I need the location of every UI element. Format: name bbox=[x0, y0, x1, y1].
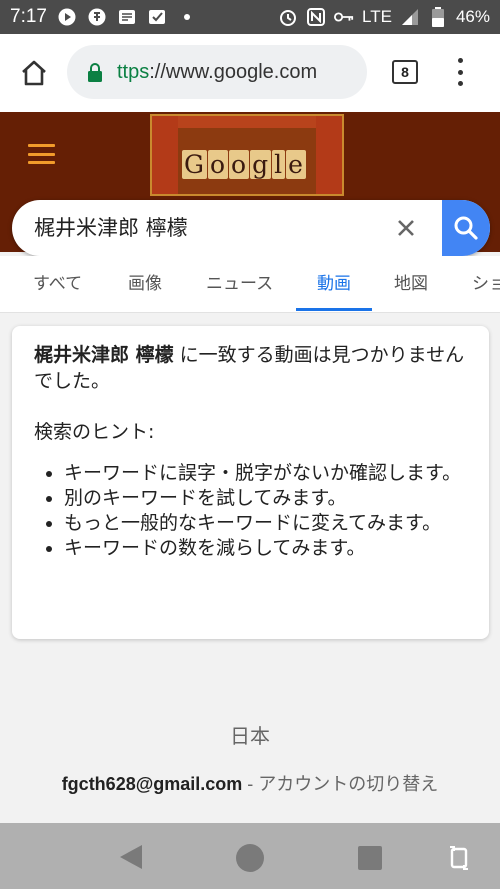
url-text: ttps://www.google.com bbox=[117, 61, 317, 84]
switch-account-link[interactable]: - アカウントの切り替え bbox=[242, 774, 438, 794]
lock-icon bbox=[87, 61, 105, 83]
tab-switcher-button[interactable]: 8 bbox=[392, 60, 418, 84]
battery-icon bbox=[428, 7, 448, 27]
tab-videos[interactable]: 動画 bbox=[317, 256, 351, 312]
news-icon bbox=[117, 7, 137, 27]
app-notification-icon bbox=[87, 7, 107, 27]
hint-item: もっと一般的なキーワードに変えてみます。 bbox=[64, 511, 467, 536]
active-tab-indicator bbox=[296, 308, 372, 311]
doodle-curtain-right bbox=[316, 116, 342, 194]
rotate-screen-icon[interactable] bbox=[448, 844, 470, 872]
browser-toolbar: ttps://www.google.com 8 bbox=[0, 34, 500, 112]
address-bar[interactable]: ttps://www.google.com bbox=[67, 45, 367, 99]
tab-all[interactable]: すべて bbox=[33, 256, 82, 312]
android-nav-bar bbox=[0, 823, 500, 889]
search-box: 梶井米津郎 檸檬 bbox=[12, 200, 490, 256]
account-email: fgcth628@gmail.com bbox=[61, 774, 243, 794]
hint-item: キーワードに誤字・脱字がないか確認します。 bbox=[64, 461, 467, 486]
menu-dot bbox=[457, 58, 463, 63]
search-tabs: すべて 画像 ニュース 動画 地図 ショ bbox=[0, 256, 500, 313]
tab-news[interactable]: ニュース bbox=[206, 256, 273, 312]
footer-account: fgcth628@gmail.com - アカウントの切り替え bbox=[0, 770, 500, 796]
status-time: 7:17 bbox=[10, 6, 47, 27]
alarm-icon bbox=[278, 7, 298, 27]
home-nav-icon[interactable] bbox=[236, 844, 264, 872]
close-icon bbox=[398, 220, 414, 236]
footer-country: 日本 bbox=[230, 724, 270, 748]
doodle-curtain-top bbox=[152, 116, 342, 128]
task-icon bbox=[147, 7, 167, 27]
url-host: ://www.google.com bbox=[149, 60, 318, 83]
search-input[interactable]: 梶井米津郎 檸檬 bbox=[34, 200, 188, 256]
battery-percent: 46% bbox=[455, 7, 490, 26]
signal-icon bbox=[400, 7, 420, 27]
home-button[interactable] bbox=[9, 48, 59, 98]
tab-images[interactable]: 画像 bbox=[128, 256, 162, 312]
nfc-icon bbox=[306, 7, 326, 27]
status-bar: 7:17 LTE 46% bbox=[0, 0, 500, 34]
doodle-logo: Google bbox=[182, 150, 306, 179]
recent-apps-icon[interactable] bbox=[358, 846, 382, 870]
hamburger-menu-icon[interactable] bbox=[28, 144, 55, 164]
google-doodle[interactable]: Google bbox=[150, 114, 344, 196]
home-icon bbox=[22, 60, 46, 86]
notification-dot-icon bbox=[177, 7, 197, 27]
tab-maps[interactable]: 地図 bbox=[394, 256, 428, 312]
back-icon[interactable] bbox=[118, 843, 144, 871]
hint-item: 別のキーワードを試してみます。 bbox=[64, 486, 467, 511]
doodle-curtain-left bbox=[152, 116, 178, 194]
tab-shopping[interactable]: ショ bbox=[472, 256, 500, 312]
url-scheme: ttps bbox=[117, 60, 150, 83]
no-results-card: 梶井米津郎 檸檬 に一致する動画は見つかりませんでした。 検索のヒント: キーワ… bbox=[12, 326, 489, 639]
no-results-message: 梶井米津郎 檸檬 に一致する動画は見つかりませんでした。 bbox=[34, 342, 467, 394]
hint-item: キーワードの数を減らしてみます。 bbox=[64, 536, 467, 561]
hints-list: キーワードに誤字・脱字がないか確認します。 別のキーワードを試してみます。 もっ… bbox=[34, 461, 467, 561]
hints-title: 検索のヒント: bbox=[34, 421, 155, 443]
menu-dot bbox=[457, 81, 463, 86]
browser-menu-button[interactable] bbox=[447, 54, 473, 90]
clear-search-button[interactable] bbox=[394, 216, 418, 240]
query-bold: 梶井米津郎 檸檬 bbox=[34, 344, 174, 366]
network-type: LTE bbox=[362, 7, 392, 26]
vpn-key-icon bbox=[334, 7, 354, 27]
play-icon bbox=[57, 7, 77, 27]
menu-dot bbox=[457, 69, 463, 75]
search-icon bbox=[454, 216, 478, 240]
